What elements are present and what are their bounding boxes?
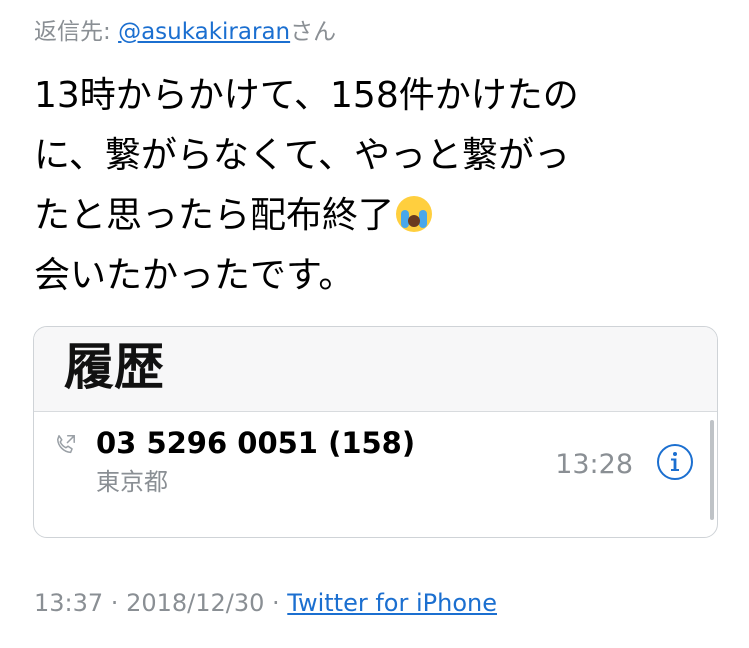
tweet-line-4: 会いたかったです。: [34, 255, 355, 296]
meta-separator-2: ·: [264, 589, 288, 617]
call-time: 13:28: [555, 449, 633, 480]
outgoing-call-icon: [56, 435, 75, 454]
call-phone-number: 03 5296 0051 (158): [96, 426, 416, 460]
call-history-header: 履歴: [34, 327, 717, 412]
reply-handle-link[interactable]: @asukakiraran: [118, 19, 290, 45]
tweet-text: 13時からかけて、158件かけたの に、繋がらなくて、やっと繋がっ たと思ったら…: [34, 66, 734, 306]
tweet-line-3: たと思ったら配布終了: [34, 186, 734, 246]
call-history-screenshot[interactable]: 履歴 03 5296 0051 (158) 東京都 13:28: [33, 326, 718, 538]
reply-suffix: さん: [290, 19, 337, 45]
tweet-line-3-text: たと思ったら配布終了: [34, 195, 395, 236]
tweet-date: 2018/12/30: [126, 589, 265, 617]
tweet-line-2: に、繋がらなくて、やっと繋がっ: [34, 135, 571, 176]
tweet-source-link[interactable]: Twitter for iPhone: [287, 589, 497, 617]
call-history-title: 履歴: [64, 338, 164, 396]
tweet-time: 13:37: [34, 589, 104, 617]
info-icon[interactable]: [655, 442, 695, 482]
call-location: 東京都: [96, 468, 168, 496]
tweet-line-1: 13時からかけて、158件かけたの: [34, 75, 579, 116]
reply-to-line: 返信先: @asukakiraranさん: [34, 16, 336, 48]
call-history-row: 03 5296 0051 (158) 東京都 13:28: [34, 412, 717, 537]
reply-prefix: 返信先:: [34, 19, 119, 45]
meta-separator: ·: [103, 589, 127, 617]
loudly-crying-face-icon: [396, 196, 433, 232]
scroll-indicator: [710, 420, 714, 520]
tweet-meta: 13:37 · 2018/12/30 · Twitter for iPhone: [34, 586, 497, 620]
